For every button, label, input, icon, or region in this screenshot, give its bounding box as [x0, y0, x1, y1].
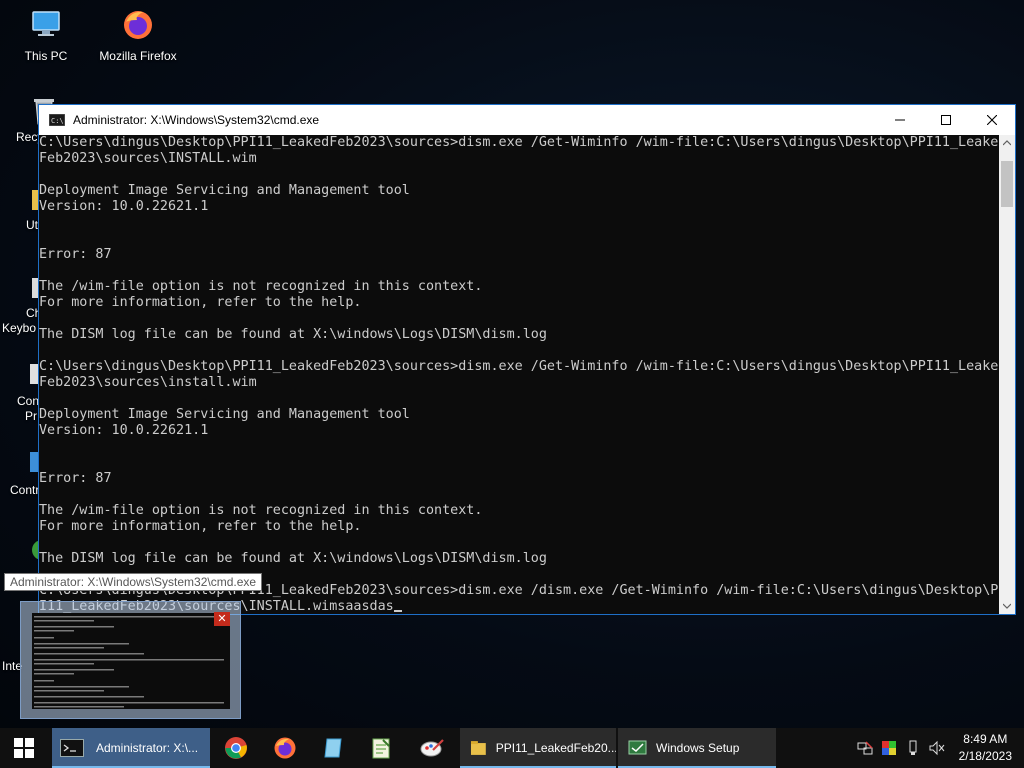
setup-icon	[628, 740, 647, 755]
taskbar-pin-notes[interactable]	[309, 728, 357, 768]
display-color-icon[interactable]	[881, 740, 897, 756]
desktop-icon-label-partial: Contr	[10, 483, 40, 497]
desktop-icon-this-pc[interactable]: This PC	[4, 8, 88, 63]
scroll-up-button[interactable]	[999, 135, 1015, 151]
desktop-icon-label-partial: Keybo	[2, 321, 37, 335]
taskbar-pin-firefox[interactable]	[261, 728, 309, 768]
console-line: Version: 10.0.22621.1	[39, 199, 209, 214]
console-line: Version: 10.0.22621.1	[39, 423, 209, 438]
cmd-app-icon: C:\	[49, 114, 65, 126]
scroll-down-button[interactable]	[999, 598, 1015, 614]
console-line: Deployment Image Servicing and Managemen…	[39, 183, 410, 198]
thumbnail-console-preview	[32, 613, 230, 709]
taskbar-pin-paint[interactable]	[408, 728, 456, 768]
console-line: Feb2023\sources\install.wim	[39, 375, 257, 390]
console-line: For more information, refer to the help.	[39, 295, 362, 310]
console-scrollbar[interactable]	[999, 135, 1015, 614]
taskbar-pin-notepad[interactable]	[357, 728, 405, 768]
notes-icon	[324, 738, 342, 758]
clock-time: 8:49 AM	[963, 732, 1008, 746]
desktop-icon-label: This PC	[24, 49, 68, 63]
text-cursor	[393, 610, 402, 612]
minimize-button[interactable]	[877, 105, 923, 135]
thumbnail-text-lines	[34, 616, 224, 708]
taskbar-tooltip: Administrator: X:\Windows\System32\cmd.e…	[4, 573, 263, 591]
scroll-thumb[interactable]	[1001, 161, 1013, 207]
maximize-button[interactable]	[923, 105, 969, 135]
desktop-icon-label-partial: Con	[17, 394, 40, 408]
thumbnail-close-button[interactable]: ✕	[214, 612, 230, 626]
taskbar-item-label: Windows Setup	[656, 741, 740, 755]
firefox-icon	[124, 11, 152, 39]
console-output[interactable]: C:\Users\dingus\Desktop\PPI11_LeakedFeb2…	[39, 135, 999, 614]
taskbar-pin-chrome[interactable]	[212, 728, 260, 768]
taskbar: Administrator: X:\... PPI11_LeakedFeb20.…	[0, 728, 1024, 768]
taskbar-item-label: Administrator: X:\...	[96, 741, 199, 755]
taskbar-item-cmd[interactable]: Administrator: X:\...	[52, 728, 210, 768]
folder-icon	[470, 741, 486, 755]
this-pc-icon	[32, 11, 60, 36]
paint-icon	[420, 739, 444, 757]
console-line: The DISM log file can be found at X:\win…	[39, 327, 547, 342]
svg-text:C:\: C:\	[51, 117, 64, 125]
console-line: Feb2023\sources\INSTALL.wim	[39, 151, 257, 166]
notepad-icon	[372, 738, 390, 759]
console-line: The /wim-file option is not recognized i…	[39, 279, 483, 294]
desktop-icon-label: Mozilla Firefox	[99, 49, 177, 63]
system-clock[interactable]: 8:49 AM 2/18/2023	[959, 731, 1012, 765]
console-line: C:\Users\dingus\Desktop\PPI11_LeakedFeb2…	[39, 359, 999, 374]
console-line: Deployment Image Servicing and Managemen…	[39, 407, 410, 422]
cmd-titlebar[interactable]: C:\ Administrator: X:\Windows\System32\c…	[39, 105, 1015, 135]
firefox-icon	[274, 737, 296, 759]
console-line: Error: 87	[39, 471, 112, 486]
maximize-icon	[941, 115, 951, 125]
taskbar-item-label: PPI11_LeakedFeb20...	[495, 741, 616, 755]
console-line: For more information, refer to the help.	[39, 519, 362, 534]
windows-logo-icon	[14, 738, 34, 758]
chrome-icon	[225, 737, 247, 759]
desktop-icon-label-partial: Ut	[26, 218, 38, 232]
desktop-icon-label-partial: Pr	[25, 409, 37, 423]
cmd-title-text: Administrator: X:\Windows\System32\cmd.e…	[73, 113, 320, 127]
minimize-icon	[895, 119, 905, 121]
desktop-icon-firefox[interactable]: Mozilla Firefox	[96, 8, 180, 63]
console-line: C:\Users\dingus\Desktop\PPI11_LeakedFeb2…	[39, 135, 999, 150]
start-button[interactable]	[0, 728, 48, 768]
console-line: Error: 87	[39, 247, 112, 262]
close-icon	[987, 115, 997, 125]
console-line: The DISM log file can be found at X:\win…	[39, 551, 547, 566]
cmd-window[interactable]: C:\ Administrator: X:\Windows\System32\c…	[38, 104, 1016, 615]
network-icon[interactable]	[857, 740, 873, 756]
desktop-icon-label-partial: Inte	[2, 659, 23, 673]
speaker-muted-icon[interactable]	[929, 740, 945, 756]
cmd-taskbar-icon	[60, 739, 84, 757]
taskbar-item-explorer[interactable]: PPI11_LeakedFeb20...	[460, 728, 616, 768]
chevron-down-icon	[1003, 603, 1011, 609]
clock-date: 2/18/2023	[958, 749, 1012, 763]
console-line: The /wim-file option is not recognized i…	[39, 503, 483, 518]
taskbar-item-windows-setup[interactable]: Windows Setup	[618, 728, 776, 768]
usb-device-icon[interactable]	[905, 740, 921, 756]
close-button[interactable]	[969, 105, 1015, 135]
taskbar-thumbnail-preview[interactable]: ✕	[20, 601, 241, 719]
chevron-up-icon	[1003, 140, 1011, 146]
